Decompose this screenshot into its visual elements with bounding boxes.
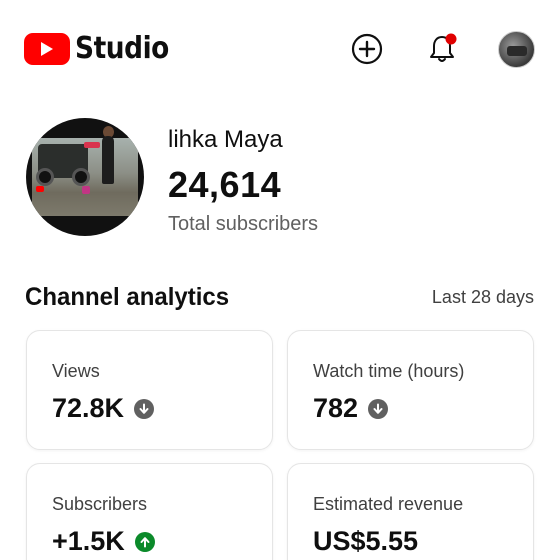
notification-dot <box>445 33 457 45</box>
notifications-button[interactable] <box>425 32 459 66</box>
channel-avatar[interactable] <box>26 118 144 236</box>
card-value: 72.8K <box>52 393 125 423</box>
top-app-bar: Studio <box>0 0 560 100</box>
card-label: Subscribers <box>52 494 148 514</box>
trend-down-icon <box>134 398 155 419</box>
subscriber-label: Total subscribers <box>168 213 319 235</box>
channel-name: lihka Maya <box>168 126 283 153</box>
period-label: Last 28 days <box>431 287 534 307</box>
subscriber-count: 24,614 <box>168 164 282 205</box>
card-value: +1.5K <box>52 526 125 556</box>
card-label: Watch time (hours) <box>313 361 465 381</box>
plus-circle-icon <box>351 33 383 65</box>
create-button[interactable] <box>350 32 384 66</box>
views-card[interactable]: Views 72.8K <box>26 330 273 450</box>
channel-summary: lihka Maya 24,614 Total subscribers <box>0 116 560 246</box>
youtube-logo-icon <box>24 32 70 65</box>
card-value: US$5.55 <box>313 526 419 556</box>
estimated-revenue-card[interactable]: Estimated revenue US$5.55 <box>287 463 534 560</box>
watch-time-card[interactable]: Watch time (hours) 782 <box>287 330 534 450</box>
trend-up-icon <box>134 531 155 552</box>
card-label: Estimated revenue <box>313 494 464 514</box>
card-label: Views <box>52 361 100 381</box>
logo-text: Studio <box>75 31 169 66</box>
card-value: 782 <box>313 393 359 423</box>
subscribers-card[interactable]: Subscribers +1.5K <box>26 463 273 560</box>
bell-icon <box>430 33 457 62</box>
account-avatar[interactable] <box>498 31 535 68</box>
youtube-studio-logo[interactable]: Studio <box>24 31 182 66</box>
channel-analytics-title: Channel analytics <box>25 283 230 311</box>
trend-down-icon <box>368 398 389 419</box>
